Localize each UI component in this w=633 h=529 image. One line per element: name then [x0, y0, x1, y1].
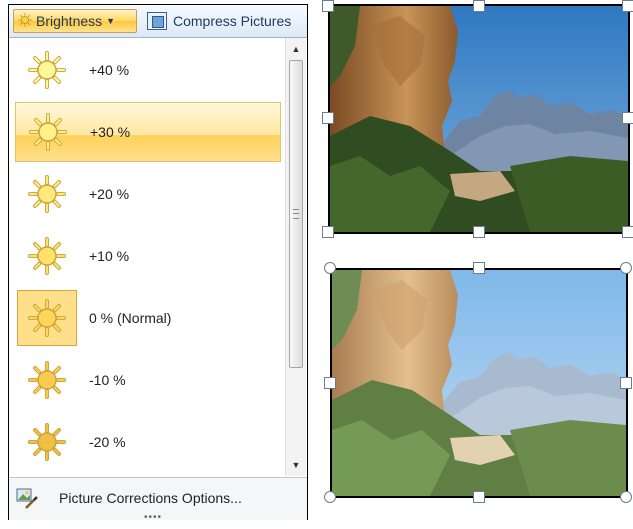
brightness-option[interactable]: +20 %: [15, 164, 281, 224]
brightness-options-list: +40 % +30 % +20 % +10 % 0 % (Normal) -10 % -20…: [9, 38, 285, 476]
sun-icon: [17, 352, 77, 408]
resize-handle-bottom-b[interactable]: [473, 491, 485, 503]
resize-handle-bottom-left-b[interactable]: [324, 491, 336, 503]
resize-handle-left-b[interactable]: [324, 377, 336, 389]
sun-icon: [18, 13, 32, 30]
resize-handle-right[interactable]: [622, 112, 633, 124]
brightness-option[interactable]: 0 % (Normal): [15, 288, 281, 348]
brightness-option[interactable]: +40 %: [15, 40, 281, 100]
sun-icon: [17, 290, 77, 346]
sun-icon: [17, 414, 77, 470]
brightness-option-label: -20 %: [89, 434, 126, 450]
picture-corrections-options-label: Picture Corrections Options...: [59, 490, 242, 506]
scroll-up-icon[interactable]: ▲: [286, 40, 306, 58]
brightness-option-label: 0 % (Normal): [89, 310, 172, 326]
resize-handle-top-right[interactable]: [622, 0, 633, 12]
resize-handle-top-right-b[interactable]: [620, 262, 632, 274]
sun-icon: [17, 42, 77, 98]
resize-handle-top[interactable]: [473, 0, 485, 12]
compress-pictures-label: Compress Pictures: [173, 13, 292, 29]
photo-original[interactable]: [328, 4, 630, 234]
brightness-option[interactable]: -20 %: [15, 412, 281, 472]
picture-corrections-options-item[interactable]: Picture Corrections Options...: [15, 484, 242, 512]
chevron-down-icon: ▼: [106, 16, 116, 26]
scroll-down-icon[interactable]: ▼: [286, 456, 306, 474]
resize-handle-top-left-b[interactable]: [324, 262, 336, 274]
sun-icon: [18, 104, 78, 160]
brightness-option-label: -10 %: [89, 372, 126, 388]
brightness-option[interactable]: +30 %: [15, 102, 281, 162]
resize-handle-top-b[interactable]: [473, 262, 485, 274]
resize-handle-bottom-left[interactable]: [322, 226, 334, 238]
brightness-option[interactable]: +10 %: [15, 226, 281, 286]
brightness-option-label: +30 %: [90, 124, 131, 140]
grip-icon: [293, 209, 299, 219]
dropdown-footer: Picture Corrections Options... ••••: [9, 477, 307, 523]
resize-handle-left[interactable]: [322, 112, 334, 124]
resize-grip-icon[interactable]: ••••: [144, 512, 162, 523]
sun-icon: [17, 228, 77, 284]
resize-handle-top-left[interactable]: [322, 0, 334, 12]
brightness-option-label: +20 %: [89, 186, 130, 202]
resize-handle-bottom[interactable]: [473, 226, 485, 238]
brightness-option[interactable]: -10 %: [15, 350, 281, 410]
brightness-option-label: +10 %: [89, 248, 130, 264]
sun-icon: [17, 166, 77, 222]
compress-pictures-icon: [147, 12, 167, 30]
ribbon-bar: Brightness ▼ Compress Pictures: [9, 5, 307, 38]
picture-corrections-icon: [15, 486, 39, 510]
brightness-dropdown-panel: Brightness ▼ Compress Pictures +40 % +30 …: [8, 4, 308, 523]
resize-handle-bottom-right[interactable]: [622, 226, 633, 238]
scrollbar[interactable]: ▲ ▼: [285, 38, 306, 476]
brightness-option-label: +40 %: [89, 62, 130, 78]
scroll-thumb[interactable]: [289, 60, 303, 368]
compress-pictures-button[interactable]: Compress Pictures: [143, 9, 305, 33]
brightness-button[interactable]: Brightness ▼: [13, 9, 137, 33]
brightness-button-label: Brightness: [36, 13, 103, 29]
resize-handle-right-b[interactable]: [620, 377, 632, 389]
resize-handle-bottom-right-b[interactable]: [620, 491, 632, 503]
photo-brightened-preview[interactable]: [330, 268, 628, 498]
